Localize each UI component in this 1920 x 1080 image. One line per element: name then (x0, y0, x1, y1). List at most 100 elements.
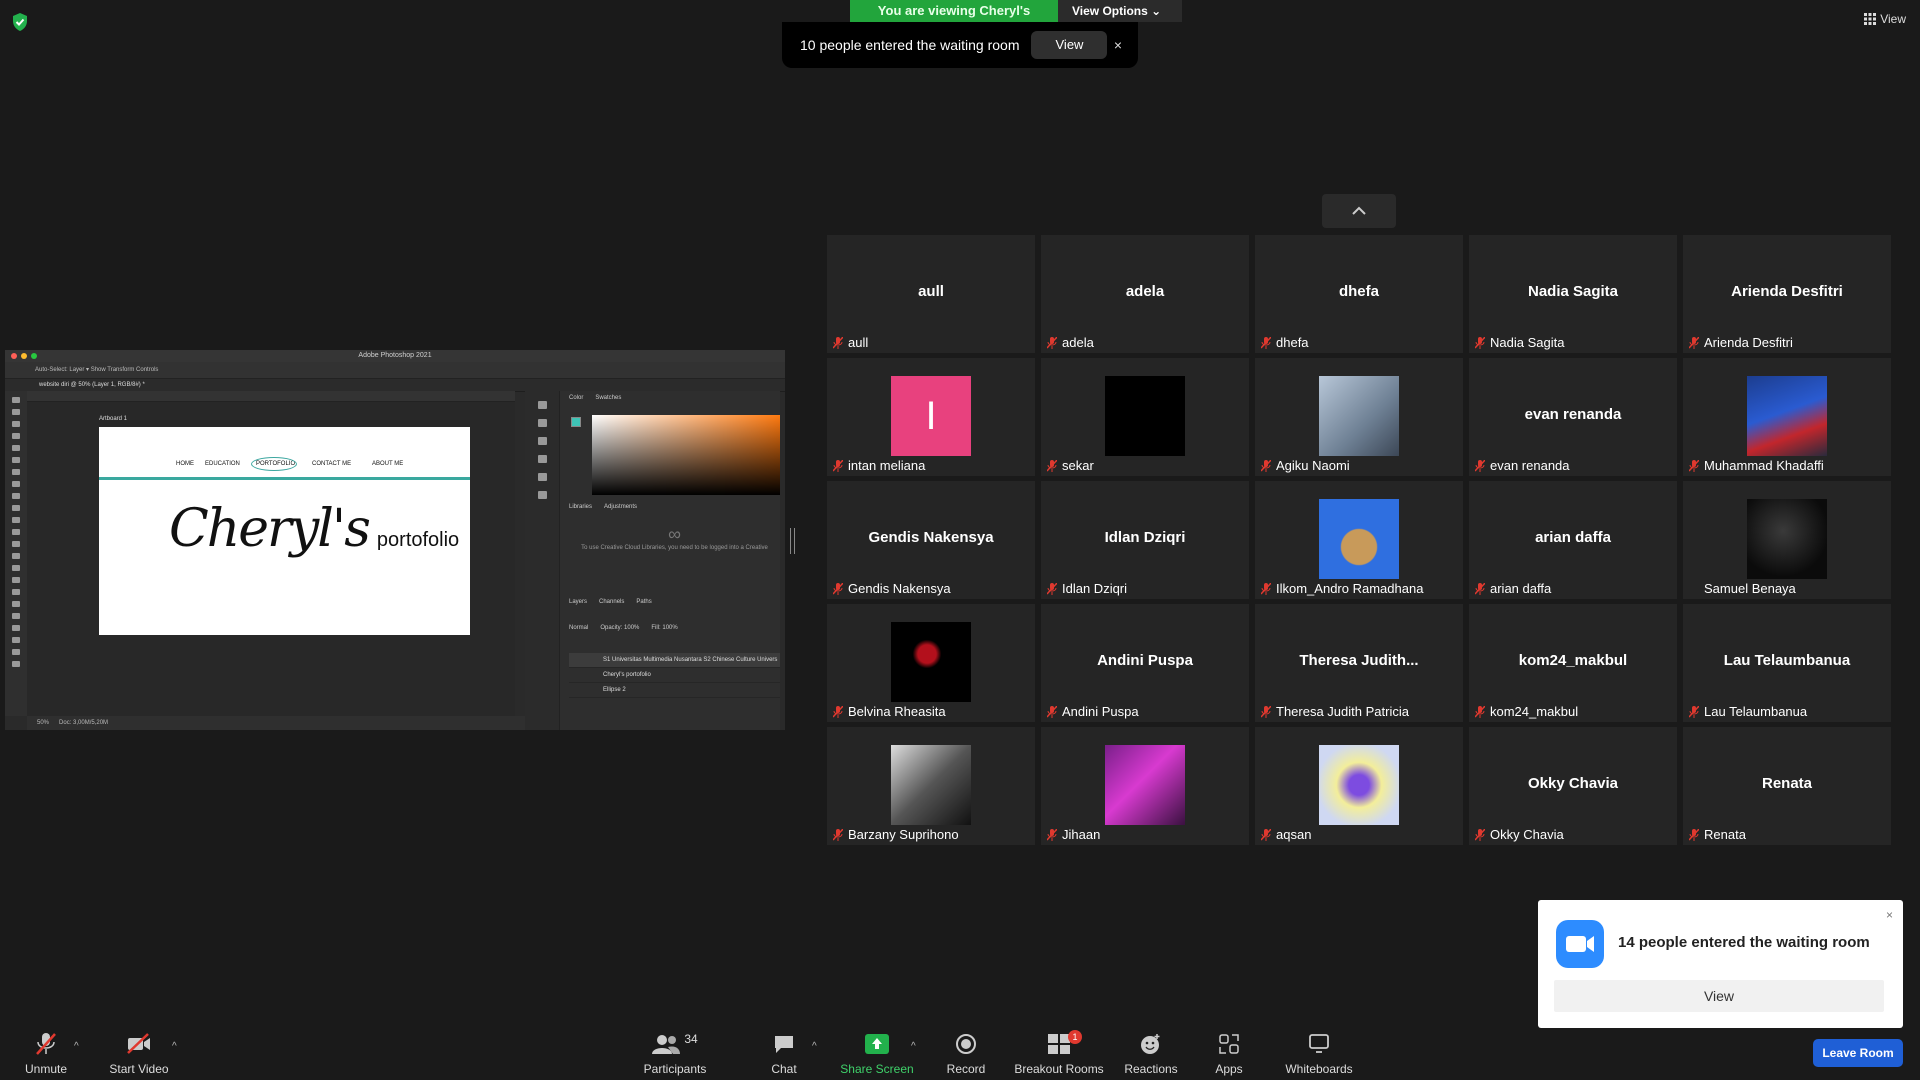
avatar (891, 745, 971, 825)
participant-tile[interactable]: Lau Telaumbanua Lau Telaumbanua (1683, 604, 1891, 722)
avatar (1319, 745, 1399, 825)
artboard-label: Artboard 1 (99, 416, 128, 422)
participant-tile[interactable]: aull aull (827, 235, 1035, 353)
chat-button[interactable]: Chat (766, 1032, 802, 1076)
headline-script: Cheryl's (169, 499, 371, 559)
participant-tile[interactable]: evan renanda evan renanda (1469, 358, 1677, 476)
participant-tile[interactable]: Belvina Rheasita (827, 604, 1035, 722)
tab-paths[interactable]: Paths (636, 599, 651, 611)
share-options-caret[interactable]: ^ (911, 1041, 916, 1052)
artboard: HOME EDUCATION PORTOFOLIO CONTACT ME ABO… (99, 427, 470, 635)
viewing-screen-label: You are viewing Cheryl's screen (850, 0, 1058, 40)
tile-center-name: Nadia Sagita (1527, 282, 1619, 300)
apps-button[interactable]: Apps (1210, 1032, 1248, 1076)
tile-name: Samuel Benaya (1704, 581, 1796, 596)
photoshop-titlebar: Adobe Photoshop 2021 (5, 350, 785, 362)
tile-name: Agiku Naomi (1276, 458, 1350, 473)
apps-icon (1219, 1034, 1239, 1054)
opacity[interactable]: Opacity: 100% (600, 625, 639, 637)
leave-room-button[interactable]: Leave Room (1813, 1039, 1903, 1067)
chat-label: Chat (771, 1062, 797, 1076)
tab-swatches[interactable]: Swatches (595, 395, 621, 407)
participant-tile[interactable]: Theresa Judith... Theresa Judith Patrici… (1255, 604, 1463, 722)
creative-cloud-icon: ∞ (668, 524, 681, 544)
muted-mic-icon (1689, 828, 1699, 841)
muted-mic-icon (1261, 705, 1271, 718)
participant-tile[interactable]: Ilkom_Andro Ramadhana (1255, 481, 1463, 599)
video-camera-icon (1566, 936, 1594, 952)
participant-tile[interactable]: Arienda Desfitri Arienda Desfitri (1683, 235, 1891, 353)
breakout-rooms-icon (1048, 1034, 1070, 1054)
participant-tile[interactable]: Barzany Suprihono (827, 727, 1035, 845)
popup-view-button[interactable]: View (1554, 980, 1884, 1012)
panel-icon-column (525, 391, 560, 730)
share-screen-button[interactable]: Share Screen (840, 1032, 914, 1076)
avatar (891, 622, 971, 702)
chat-options-caret[interactable]: ^ (812, 1041, 817, 1052)
split-view-handle[interactable] (790, 528, 795, 554)
layer-row[interactable]: S1 Universitas Multimedia Nusantara S2 C… (569, 653, 780, 668)
tile-name: intan meliana (848, 458, 926, 473)
breakout-rooms-button[interactable]: 1 Breakout Rooms (1014, 1030, 1104, 1076)
participant-tile[interactable]: aqsan (1255, 727, 1463, 845)
muted-mic-icon (1475, 336, 1485, 349)
tile-center-name: evan renanda (1524, 405, 1622, 423)
participant-tile[interactable]: kom24_makbul kom24_makbul (1469, 604, 1677, 722)
waiting-room-view-button[interactable]: View (1031, 31, 1108, 59)
tab-layers[interactable]: Layers (569, 599, 587, 611)
tab-adjustments[interactable]: Adjustments (604, 504, 637, 516)
close-icon[interactable]: × (1886, 908, 1893, 922)
shared-screen[interactable]: Adobe Photoshop 2021 Auto-Select: Layer … (5, 350, 785, 730)
panels-dock: Color Swatches Libraries Adjustments ∞ T… (525, 391, 780, 730)
participant-tile[interactable]: I intan meliana (827, 358, 1035, 476)
unmute-button[interactable]: Unmute (20, 1032, 72, 1076)
record-button[interactable]: Record (944, 1032, 988, 1076)
participant-tile[interactable]: adela adela (1041, 235, 1249, 353)
participant-tile[interactable]: Nadia Sagita Nadia Sagita (1469, 235, 1677, 353)
chevron-down-icon: ⌄ (1151, 4, 1162, 18)
view-layout-button[interactable]: View (1864, 12, 1906, 26)
participant-tile[interactable]: Renata Renata (1683, 727, 1891, 845)
tab-channels[interactable]: Channels (599, 599, 624, 611)
participant-tile[interactable]: Idlan Dziqri Idlan Dziqri (1041, 481, 1249, 599)
muted-mic-icon (1047, 582, 1057, 595)
toolbox (5, 391, 27, 716)
avatar: I (891, 376, 971, 456)
start-video-button[interactable]: Start Video (106, 1032, 172, 1076)
muted-mic-icon (833, 705, 843, 718)
layer-row[interactable]: Ellipse 2 (569, 683, 780, 698)
participant-tile[interactable]: sekar (1041, 358, 1249, 476)
participant-tile[interactable]: Muhammad Khadaffi (1683, 358, 1891, 476)
participant-tile[interactable]: arian daffa arian daffa (1469, 481, 1677, 599)
view-options-button[interactable]: View Options ⌄ (1058, 0, 1182, 22)
gallery-scroll-up-button[interactable] (1322, 194, 1396, 228)
layer-row[interactable]: Cheryl's portofolio (569, 668, 780, 683)
avatar (1105, 376, 1185, 456)
whiteboards-button[interactable]: Whiteboards (1282, 1032, 1356, 1076)
tab-libraries[interactable]: Libraries (569, 504, 592, 516)
foreground-swatch[interactable] (571, 417, 581, 427)
participants-button[interactable]: 34 Participants (640, 1032, 710, 1076)
participant-tile[interactable]: Gendis Nakensya Gendis Nakensya (827, 481, 1035, 599)
participant-tile[interactable]: Samuel Benaya (1683, 481, 1891, 599)
reactions-button[interactable]: Reactions (1124, 1032, 1178, 1076)
tab-color[interactable]: Color (569, 395, 583, 407)
view-layout-label: View (1880, 12, 1906, 26)
participant-tile[interactable]: Agiku Naomi (1255, 358, 1463, 476)
participant-tile[interactable]: Jihaan (1041, 727, 1249, 845)
blend-mode[interactable]: Normal (569, 625, 588, 637)
participant-tile[interactable]: dhefa dhefa (1255, 235, 1463, 353)
muted-mic-icon (36, 1033, 56, 1055)
video-options-caret[interactable]: ^ (172, 1041, 177, 1052)
tile-name: Idlan Dziqri (1062, 581, 1128, 596)
color-picker[interactable] (592, 415, 780, 495)
fill[interactable]: Fill: 100% (651, 625, 677, 637)
tile-name: sekar (1062, 458, 1094, 473)
audio-options-caret[interactable]: ^ (74, 1041, 79, 1052)
participant-tile[interactable]: Andini Puspa Andini Puspa (1041, 604, 1249, 722)
participant-tile[interactable]: Okky Chavia Okky Chavia (1469, 727, 1677, 845)
tile-center-name: aull (918, 282, 944, 300)
shield-icon[interactable] (11, 12, 29, 32)
breakout-rooms-label: Breakout Rooms (1014, 1062, 1104, 1076)
close-icon[interactable]: × (1114, 37, 1122, 53)
